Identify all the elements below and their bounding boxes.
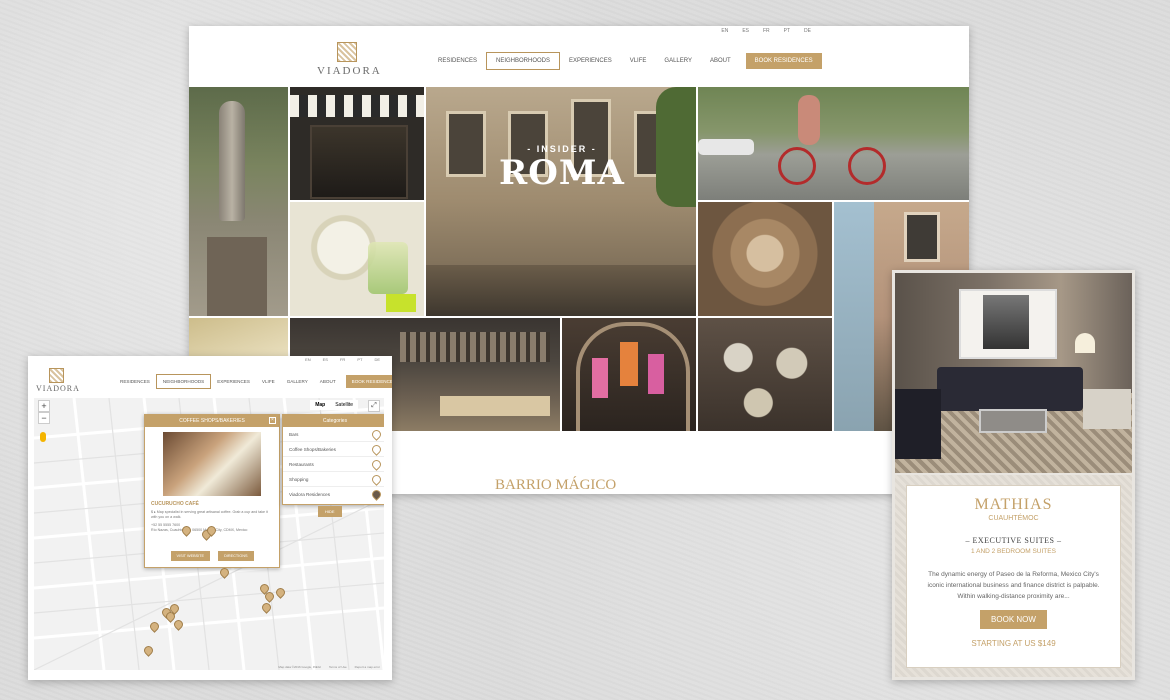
nav-neighborhoods[interactable]: NEIGHBORHOODS <box>486 52 561 70</box>
lang-en[interactable]: EN <box>721 28 728 34</box>
lang-en[interactable]: EN <box>305 357 311 362</box>
residence-card-screenshot: MATHIAS CUAUHTÉMOC – EXECUTIVE SUITES – … <box>892 270 1135 680</box>
suite-type: – EXECUTIVE SUITES – <box>965 536 1062 545</box>
stone-carving-photo <box>698 202 832 316</box>
lang-pt[interactable]: PT <box>357 357 362 362</box>
nav-gallery[interactable]: GALLERY <box>281 375 314 388</box>
category-label: Bars <box>289 431 299 437</box>
site-logo[interactable]: VIADORA <box>36 368 80 393</box>
info-window-header: COFFEE SHOPS/BAKERIES × <box>145 415 279 427</box>
pin-icon <box>370 457 383 471</box>
site-logo[interactable]: VIADORA <box>317 42 382 77</box>
nav-about[interactable]: ABOUT <box>314 375 342 388</box>
language-switcher: EN ES FR PT DE <box>305 357 380 362</box>
logo-mark-icon <box>48 368 64 383</box>
map-attribution: Map data ©2016 Google, INEGI <box>278 665 321 669</box>
google-map[interactable]: + − Map Satellite ⤢ COFFEE SHOPS/BAKERIE… <box>34 398 384 670</box>
map-type-satellite[interactable]: Satellite <box>330 400 358 410</box>
nav-experiences[interactable]: EXPERIENCES <box>211 375 256 388</box>
lang-de[interactable]: DE <box>374 357 380 362</box>
nav-about[interactable]: ABOUT <box>701 53 740 69</box>
language-switcher: EN ES FR PT DE <box>721 28 811 34</box>
pin-icon <box>370 427 383 441</box>
nav-vlife[interactable]: VLIFE <box>621 53 656 69</box>
section-title: BARRIO MÁGICO <box>495 477 617 493</box>
logo-text: VIADORA <box>317 65 382 77</box>
lang-fr[interactable]: FR <box>763 28 770 34</box>
map-type-map[interactable]: Map <box>310 400 330 410</box>
category-bars[interactable]: Bars <box>283 427 384 442</box>
map-footer: Map data ©2016 Google, INEGI Terms of Us… <box>278 665 380 669</box>
nav-gallery[interactable]: GALLERY <box>655 53 701 69</box>
nav-vlife[interactable]: VLIFE <box>256 375 281 388</box>
residence-description: The dynamic energy of Paseo de la Reform… <box>927 571 1100 600</box>
lang-es[interactable]: ES <box>323 357 328 362</box>
book-now-button[interactable]: BOOK NOW <box>980 610 1047 629</box>
bicycle-photo <box>698 87 969 200</box>
categories-header: Categories <box>283 415 384 427</box>
logo-text: VIADORA <box>36 384 80 393</box>
category-shopping[interactable]: Shopping <box>283 472 384 487</box>
main-nav: RESIDENCES NEIGHBORHOODS EXPERIENCES VLI… <box>429 52 822 70</box>
lang-es[interactable]: ES <box>742 28 749 34</box>
place-description: $ ▸ Map specialist in serving great arti… <box>151 510 268 519</box>
hide-categories-button[interactable]: HIDE <box>318 506 342 517</box>
map-type-control: Map Satellite <box>310 400 358 410</box>
categories-panel: Categories Bars Coffee Shops/Bakeries Re… <box>282 414 384 505</box>
starting-price: STARTING AT US $149 <box>971 639 1056 648</box>
place-name: CUCURUCHO CAFÉ <box>151 501 199 507</box>
nav-residences[interactable]: RESIDENCES <box>429 53 486 69</box>
hero-title: ROMA <box>499 153 625 193</box>
nav-experiences[interactable]: EXPERIENCES <box>560 53 621 69</box>
suite-photo <box>895 273 1132 473</box>
statue-photo <box>189 87 288 316</box>
pin-icon <box>370 487 383 501</box>
pegman-icon[interactable] <box>40 432 46 442</box>
place-photo <box>163 432 261 496</box>
visit-website-button[interactable]: VISIT WEBSITE <box>170 551 211 561</box>
lang-fr[interactable]: FR <box>340 357 345 362</box>
bedroom-info: 1 AND 2 BEDROOM SUITES <box>971 548 1056 555</box>
storefront-photo <box>290 87 424 200</box>
nav-neighborhoods[interactable]: NEIGHBORHOODS <box>155 374 212 389</box>
book-residences-button[interactable]: BOOK RESIDENCES <box>345 375 392 388</box>
hero-heading: - INSIDER - ROMA <box>425 144 699 193</box>
oysters-photo <box>698 318 832 431</box>
map-report-link[interactable]: Report a map error <box>355 665 380 669</box>
roma-building-photo <box>426 87 696 316</box>
logo-mark-icon <box>337 42 357 62</box>
info-window-category: COFFEE SHOPS/BAKERIES <box>179 418 245 424</box>
residence-title: MATHIAS <box>974 496 1053 513</box>
category-restaurants[interactable]: Restaurants <box>283 457 384 472</box>
place-info-window: COFFEE SHOPS/BAKERIES × CUCURUCHO CAFÉ $… <box>144 414 280 568</box>
category-coffee[interactable]: Coffee Shops/Bakeries <box>283 442 384 457</box>
lang-pt[interactable]: PT <box>784 28 790 34</box>
nav-residences[interactable]: RESIDENCES <box>114 375 156 388</box>
zoom-in-button[interactable]: + <box>38 400 50 412</box>
category-label: Coffee Shops/Bakeries <box>289 446 336 452</box>
cocktail-photo <box>290 202 424 316</box>
residence-neighborhood: CUAUHTÉMOC <box>988 515 1039 522</box>
pin-icon <box>370 442 383 456</box>
fullscreen-icon[interactable]: ⤢ <box>368 400 380 412</box>
category-label: Viadora Residences <box>289 491 331 497</box>
book-residences-button[interactable]: BOOK RESIDENCES <box>745 53 822 69</box>
close-icon[interactable]: × <box>269 417 276 424</box>
zoom-out-button[interactable]: − <box>38 412 50 424</box>
map-screenshot: EN ES FR PT DE VIADORA RESIDENCES NEIGHB… <box>28 356 392 680</box>
main-nav: RESIDENCES NEIGHBORHOODS EXPERIENCES VLI… <box>114 374 392 389</box>
category-label: Shopping <box>289 476 309 482</box>
lang-de[interactable]: DE <box>804 28 811 34</box>
directions-button[interactable]: DIRECTIONS <box>218 551 254 561</box>
pin-icon <box>370 472 383 486</box>
residence-card: MATHIAS CUAUHTÉMOC – EXECUTIVE SUITES – … <box>906 485 1121 668</box>
category-label: Restaurants <box>289 461 314 467</box>
category-residences[interactable]: Viadora Residences <box>283 487 384 501</box>
children-doorway-photo <box>562 318 696 431</box>
map-terms-link[interactable]: Terms of Use <box>329 665 347 669</box>
place-actions: VISIT WEBSITE DIRECTIONS <box>145 551 279 561</box>
